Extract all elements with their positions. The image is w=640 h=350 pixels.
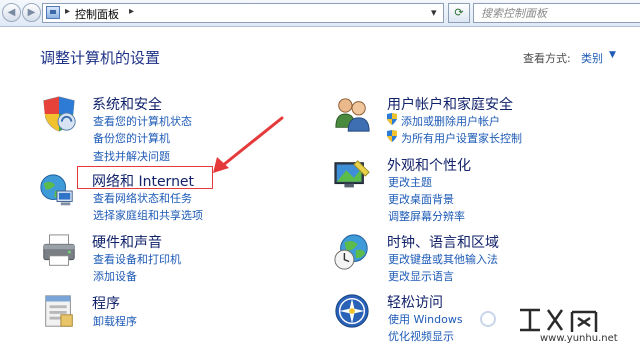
watermark-url: www.yunhu.net xyxy=(540,333,618,344)
watermark-logo xyxy=(480,308,598,332)
